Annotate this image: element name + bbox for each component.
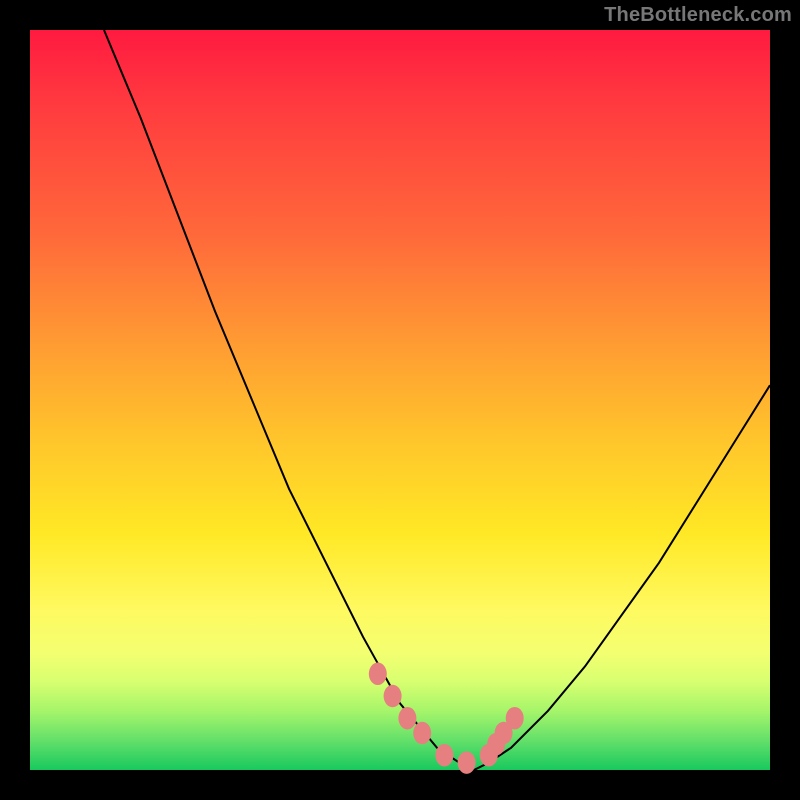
bottleneck-curve [104, 30, 770, 770]
marker-point [384, 685, 402, 708]
marker-point [458, 751, 476, 774]
chart-frame: TheBottleneck.com [0, 0, 800, 800]
marker-point [369, 663, 387, 686]
watermark-text: TheBottleneck.com [604, 4, 792, 27]
marker-point [506, 707, 524, 730]
marker-point [435, 744, 453, 767]
curve-layer [30, 30, 770, 770]
plot-area [30, 30, 770, 770]
marker-point [413, 722, 431, 745]
marker-point [398, 707, 416, 730]
marker-group [369, 663, 524, 774]
